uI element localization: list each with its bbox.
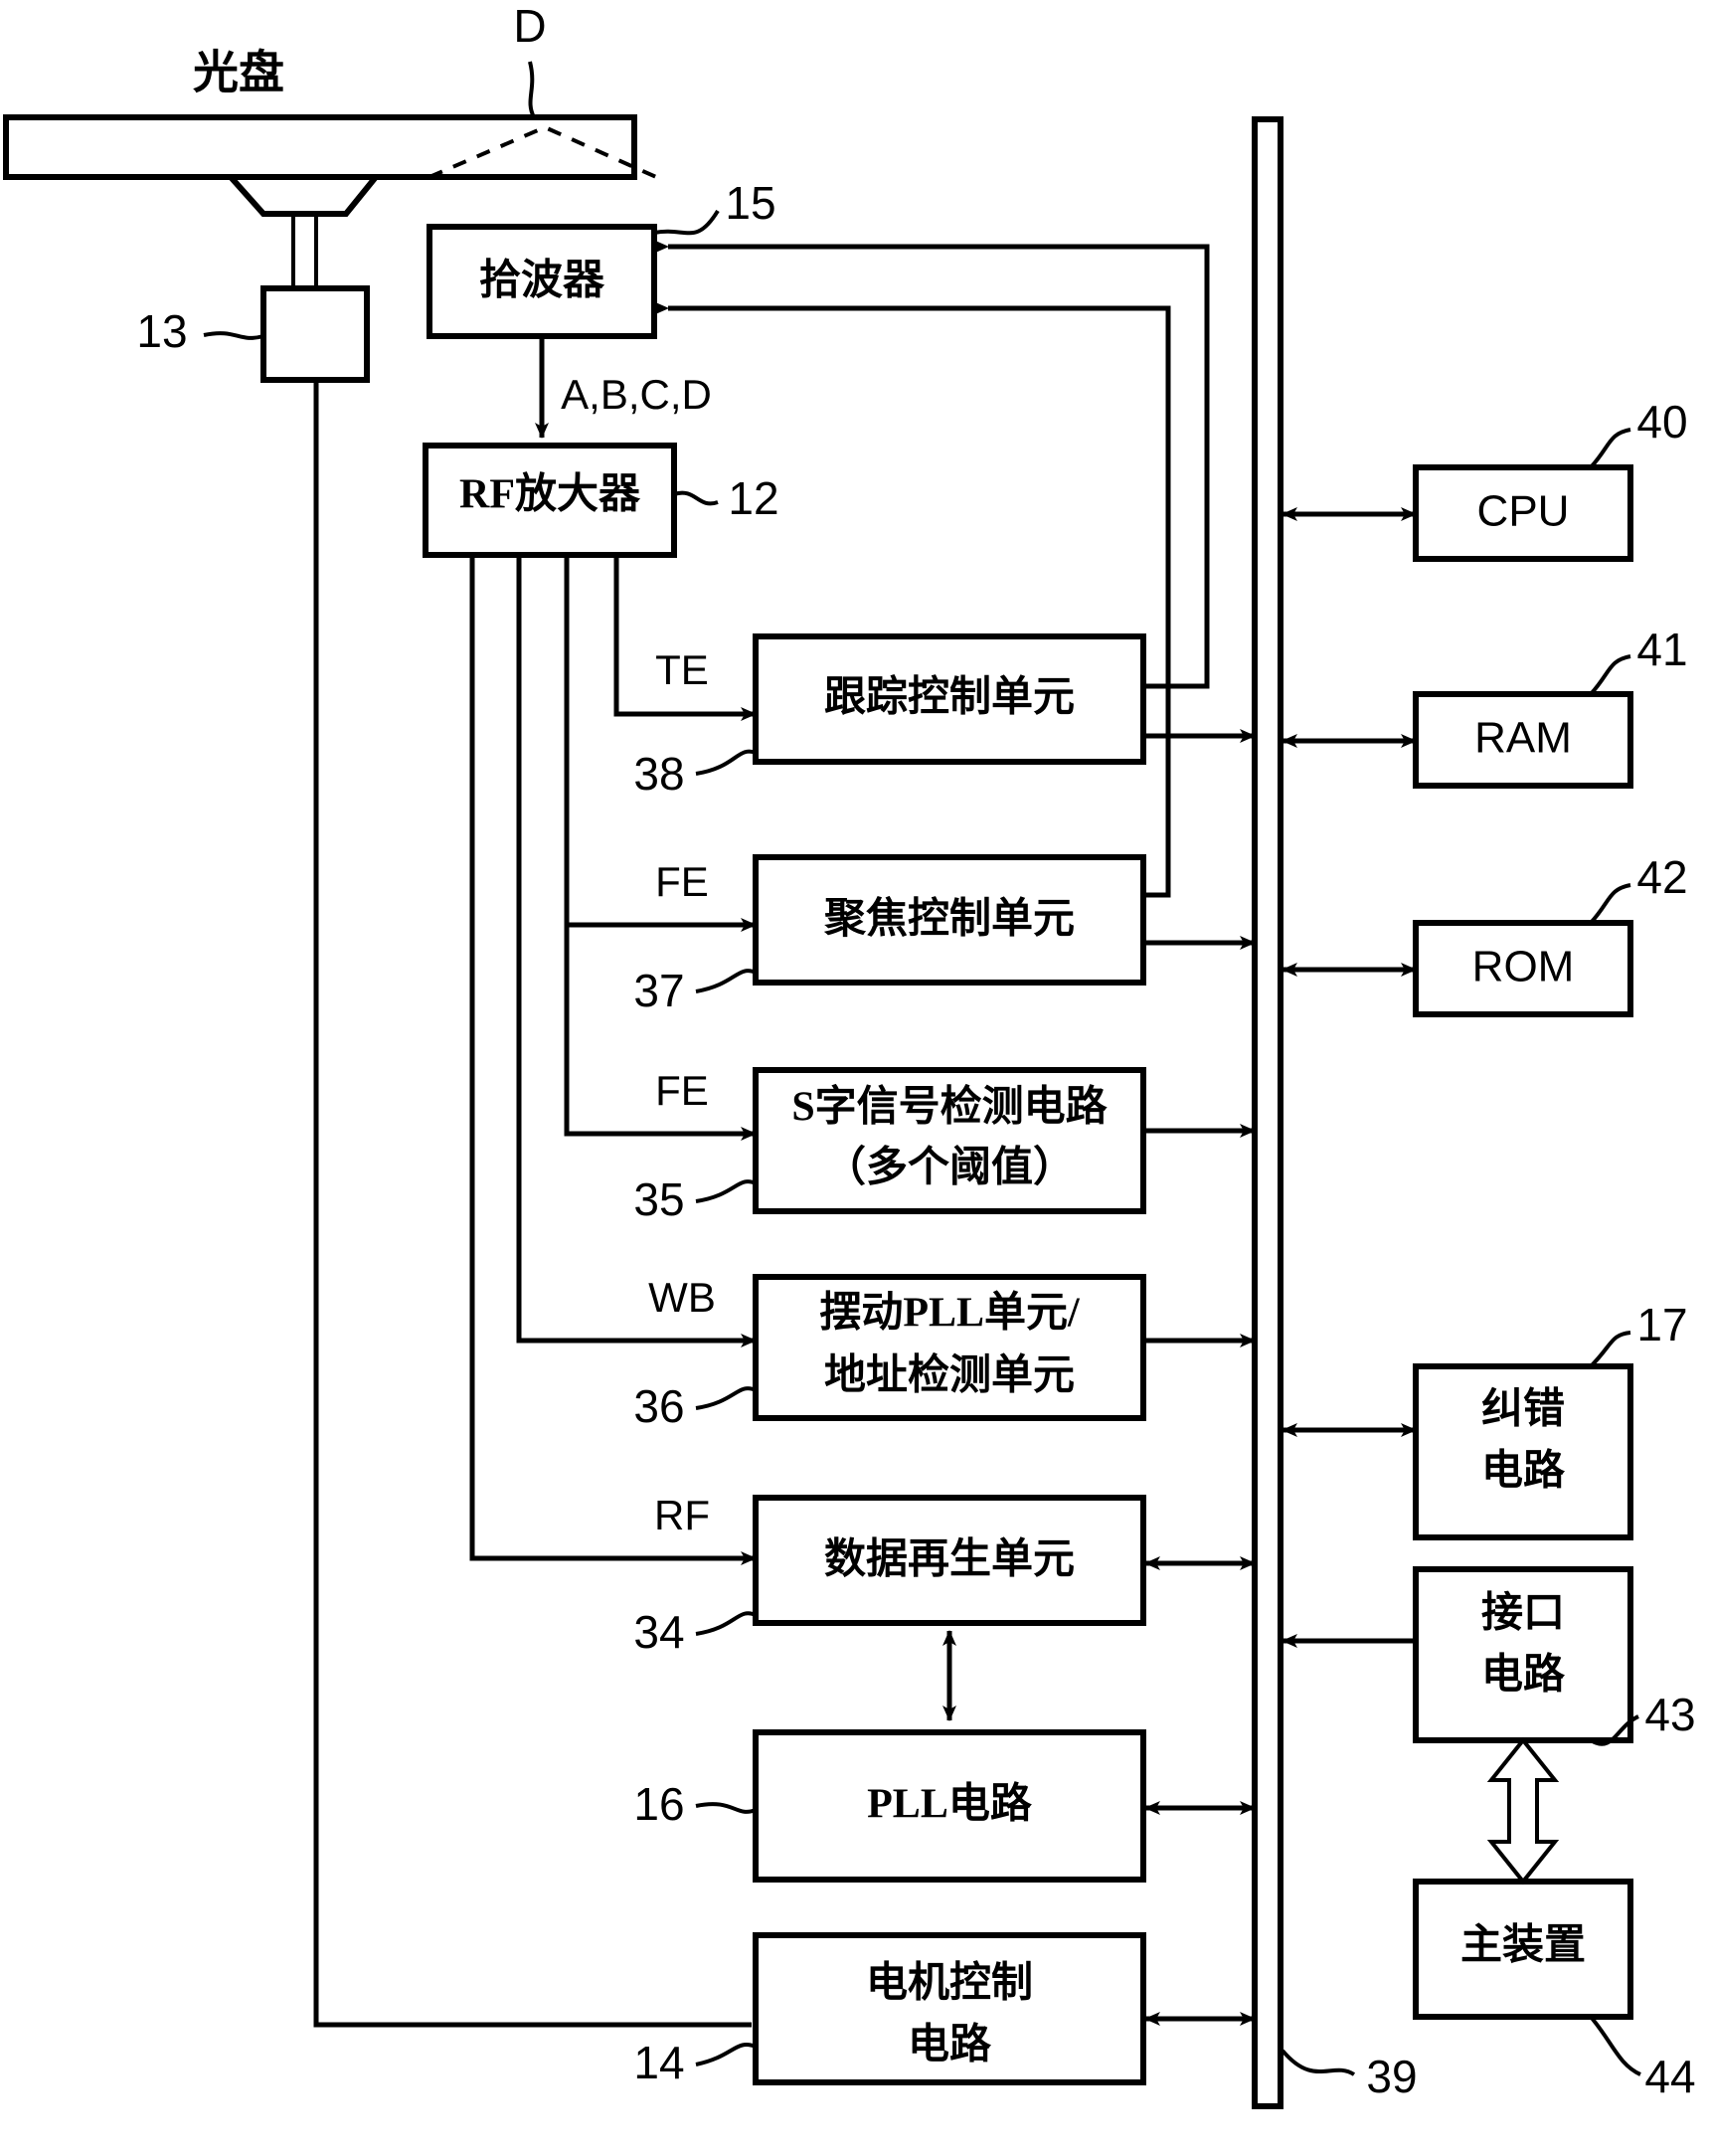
fe-sdetect-label: FE — [655, 1067, 709, 1114]
focus-control-label: 聚焦控制单元 — [823, 896, 1075, 943]
motor-control-ref: 14 — [633, 2037, 684, 2088]
wobble-pll-label-line1: 摆动PLL单元/ — [819, 1290, 1081, 1337]
abcd-signal-label: A,B,C,D — [561, 371, 712, 418]
optical-disc-label: 光盘 — [193, 48, 284, 98]
interface-label-line2: 电路 — [1481, 1652, 1566, 1699]
wobble-pll-label-line2: 地址检测单元 — [824, 1352, 1075, 1399]
host-ref: 44 — [1644, 2051, 1695, 2102]
system-bus-ref: 39 — [1366, 2051, 1417, 2102]
pll-circuit-ref: 16 — [633, 1778, 684, 1830]
tracking-control-label: 跟踪控制单元 — [824, 674, 1075, 721]
cpu-ref: 40 — [1636, 396, 1687, 448]
s-detect-label-line2: （多个阈值） — [824, 1145, 1075, 1191]
optical-disc-block-diagram: 光盘 D 13 拾波器 15 A,B,C,D RF放大器 12 TE FE FE… — [0, 0, 1710, 2156]
s-detect-ref: 35 — [633, 1173, 684, 1225]
cpu-label: CPU — [1477, 487, 1570, 536]
wb-label: WB — [648, 1274, 716, 1321]
rf-amp-ref: 12 — [728, 472, 778, 524]
motor-control-label-line2: 电路 — [908, 2022, 992, 2068]
ram-label: RAM — [1474, 714, 1572, 763]
motor-control-label-line1: 电机控制 — [866, 1960, 1033, 2007]
ecc-ref: 17 — [1636, 1299, 1687, 1350]
data-regen-ref: 34 — [633, 1606, 684, 1658]
interface-ref: 43 — [1644, 1689, 1695, 1740]
pll-circuit-label: PLL电路 — [867, 1781, 1033, 1828]
data-regen-label: 数据再生单元 — [824, 1536, 1075, 1583]
s-detect-label-line1: S字信号检测电路 — [791, 1084, 1108, 1131]
rom-ref: 42 — [1636, 851, 1687, 903]
wobble-pll-ref: 36 — [633, 1380, 684, 1432]
ecc-label-line2: 电路 — [1481, 1448, 1566, 1495]
tracking-control-ref: 38 — [633, 748, 684, 800]
rf-label: RF — [654, 1492, 710, 1538]
host-label: 主装置 — [1460, 1922, 1586, 1969]
disc-ref-d: D — [513, 0, 546, 52]
focus-control-ref: 37 — [633, 965, 684, 1016]
fe-focus-label: FE — [655, 858, 709, 905]
pickup-label: 拾波器 — [479, 258, 605, 304]
rf-amp-label: RF放大器 — [459, 471, 641, 518]
ecc-label-line1: 纠错 — [1481, 1386, 1565, 1433]
rom-label: ROM — [1472, 943, 1575, 991]
ram-ref: 41 — [1636, 624, 1687, 675]
spindle-motor-ref: 13 — [136, 305, 187, 357]
page-background — [0, 0, 1710, 2156]
pickup-ref: 15 — [725, 177, 775, 229]
te-label: TE — [655, 646, 709, 693]
interface-label-line1: 接口 — [1481, 1590, 1565, 1637]
